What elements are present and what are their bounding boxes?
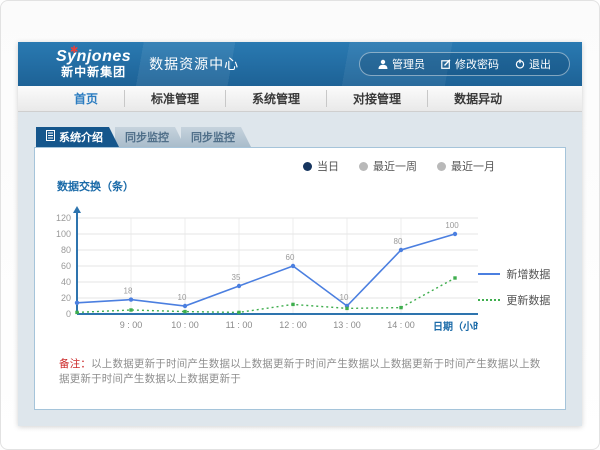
content-area: 系统介绍 同步监控 同步监控 当日 最近一周	[18, 112, 582, 426]
chart-legend: 新增数据 更新数据	[478, 198, 565, 348]
legend-updated-data-label: 更新数据	[506, 292, 550, 308]
admin-user-button[interactable]: 管理员	[370, 56, 433, 72]
filter-last-week-label: 最近一周	[373, 158, 417, 174]
logout-button[interactable]: 退出	[507, 56, 559, 72]
tab-bar: 系统介绍 同步监控 同步监控	[36, 127, 566, 147]
svg-text:10: 10	[178, 293, 187, 302]
svg-text:18: 18	[124, 287, 133, 296]
chart-panel: 当日 最近一周 最近一月 数据交换（条） 0 20 40 60 80 100 120 9 : …	[34, 147, 566, 410]
svg-text:13 : 00: 13 : 00	[333, 320, 361, 330]
svg-text:80: 80	[394, 237, 403, 246]
filter-last-month-label: 最近一月	[451, 158, 495, 174]
radio-selected-icon	[303, 162, 312, 171]
solid-line-icon	[478, 273, 500, 275]
time-range-filters: 当日 最近一周 最近一月	[303, 158, 495, 174]
tab-sync-monitor-1[interactable]: 同步监控	[115, 127, 185, 147]
legend-new-data[interactable]: 新增数据	[478, 266, 565, 282]
nav-item-standard-mgmt[interactable]: 标准管理	[124, 90, 225, 107]
filter-today[interactable]: 当日	[303, 158, 339, 174]
svg-text:日期（小时）: 日期（小时）	[433, 320, 478, 333]
svg-text:120: 120	[56, 213, 71, 223]
edit-icon	[441, 59, 451, 69]
filter-today-label: 当日	[317, 158, 339, 174]
logo-company: 新中新集团	[56, 66, 131, 79]
svg-text:14 : 00: 14 : 00	[387, 320, 415, 330]
nav-item-home[interactable]: 首页	[48, 90, 124, 107]
footnote: 备注：以上数据更新于时间产生数据以上数据更新于时间产生数据以上数据更新于时间产生…	[35, 356, 565, 386]
logo-brand: Synjones	[56, 49, 131, 66]
user-icon	[378, 59, 388, 69]
filter-last-month[interactable]: 最近一月	[437, 158, 495, 174]
footnote-text: 以上数据更新于时间产生数据以上数据更新于时间产生数据以上数据更新于时间产生数据以…	[59, 358, 541, 385]
svg-text:60: 60	[61, 261, 71, 271]
document-icon	[46, 130, 55, 144]
svg-text:10: 10	[340, 293, 349, 302]
main-nav: 首页 标准管理 系统管理 对接管理 数据异动	[18, 86, 582, 112]
tab-sync-monitor-2[interactable]: 同步监控	[181, 127, 251, 147]
header: ✱ Synjones 新中新集团 数据资源中心 管理员 修改密码	[18, 42, 582, 86]
app-window: ✱ Synjones 新中新集团 数据资源中心 管理员 修改密码	[18, 42, 582, 426]
svg-text:80: 80	[61, 245, 71, 255]
nav-item-system-mgmt[interactable]: 系统管理	[225, 90, 326, 107]
legend-new-data-label: 新增数据	[506, 266, 550, 282]
change-password-label: 修改密码	[455, 56, 499, 72]
tab-system-intro-label: 系统介绍	[59, 129, 103, 145]
page-title: 数据资源中心	[149, 54, 239, 74]
nav-item-interface-mgmt[interactable]: 对接管理	[326, 90, 427, 107]
svg-text:12 : 00: 12 : 00	[279, 320, 307, 330]
line-chart: 0 20 40 60 80 100 120 9 : 00 10 : 00 11 : 00 12 : …	[43, 198, 478, 348]
y-axis-title: 数据交换（条）	[57, 178, 565, 194]
svg-text:11 : 00: 11 : 00	[226, 320, 253, 330]
company-logo: ✱ Synjones 新中新集团	[56, 49, 131, 78]
svg-text:60: 60	[286, 253, 295, 262]
change-password-button[interactable]: 修改密码	[433, 56, 507, 72]
filter-last-week[interactable]: 最近一周	[359, 158, 417, 174]
tab-sync-monitor-2-label: 同步监控	[191, 129, 235, 145]
svg-text:35: 35	[232, 273, 241, 282]
radio-icon	[359, 162, 368, 171]
footnote-prefix: 备注：	[59, 358, 91, 370]
svg-text:10 : 00: 10 : 00	[171, 320, 199, 330]
power-icon	[515, 59, 525, 69]
legend-updated-data[interactable]: 更新数据	[478, 292, 565, 308]
logo-star-icon: ✱	[70, 46, 78, 57]
tab-system-intro[interactable]: 系统介绍	[36, 127, 119, 147]
user-menu: 管理员 修改密码 退出	[359, 52, 570, 76]
svg-text:40: 40	[61, 277, 71, 287]
nav-item-data-change[interactable]: 数据异动	[427, 90, 528, 107]
admin-user-label: 管理员	[392, 56, 425, 72]
radio-icon	[437, 162, 446, 171]
tab-sync-monitor-1-label: 同步监控	[125, 129, 169, 145]
svg-text:20: 20	[61, 293, 71, 303]
svg-text:100: 100	[445, 221, 459, 230]
svg-text:9 : 00: 9 : 00	[120, 320, 143, 330]
svg-text:0: 0	[66, 309, 71, 319]
svg-text:100: 100	[56, 229, 71, 239]
dotted-line-icon	[478, 299, 500, 301]
logout-label: 退出	[529, 56, 551, 72]
chart-row: 0 20 40 60 80 100 120 9 : 00 10 : 00 11 : 00 12 : …	[35, 198, 565, 348]
